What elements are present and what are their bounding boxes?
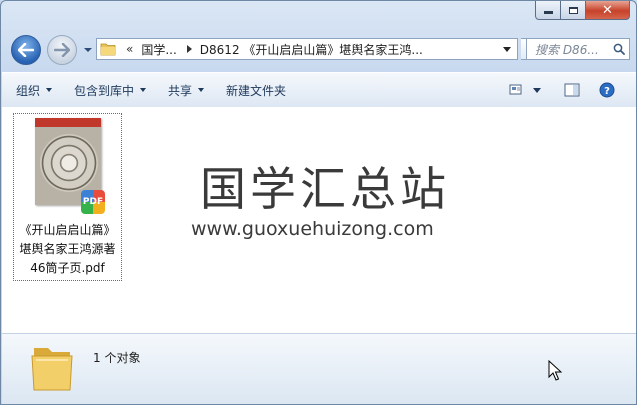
back-button[interactable] (11, 35, 41, 65)
search-box[interactable]: 搜索 D86... (526, 38, 630, 60)
address-separator-icon[interactable] (186, 45, 192, 53)
chevron-down-icon (140, 88, 147, 92)
thumbnail-header-bar (35, 118, 101, 127)
forward-arrow-icon (54, 43, 70, 57)
share-menu[interactable]: 共享 (160, 77, 212, 103)
address-overflow-chevron[interactable]: « (126, 42, 133, 56)
caption-buttons: ✕ (535, 1, 630, 23)
search-icon[interactable] (613, 43, 625, 55)
file-list-area[interactable]: PDF 《开山启启山篇》 堪舆名家王鸿源著 46筒子页.pdf 国学汇总站 ww… (2, 107, 636, 333)
address-bar[interactable]: « 国学... D8612 《开山启启山篇》堪舆名家王鸿... (96, 38, 518, 60)
change-view-button[interactable] (507, 78, 543, 102)
minimize-icon (543, 11, 553, 14)
help-icon: ? (599, 82, 615, 98)
close-button[interactable]: ✕ (586, 1, 630, 20)
watermark-title: 国学汇总站 (200, 162, 450, 216)
maximize-icon (568, 6, 578, 14)
svg-text:?: ? (604, 86, 610, 97)
file-item-pdf[interactable]: PDF 《开山启启山篇》 堪舆名家王鸿源著 46筒子页.pdf (13, 113, 122, 281)
address-segment-root[interactable]: 国学... (141, 41, 176, 58)
file-name-line-2: 堪舆名家王鸿源著 (19, 242, 116, 256)
command-bar: 组织 包含到库中 共享 新建文件夹 ? (2, 72, 636, 108)
new-folder-label: 新建文件夹 (226, 83, 287, 98)
chevron-down-icon (46, 88, 53, 92)
thumbnail-compass-image (40, 134, 98, 192)
help-button[interactable]: ? (596, 78, 618, 102)
pdf-icon: PDF (81, 190, 105, 214)
view-options-icon (509, 84, 522, 95)
file-name-line-3: 46筒子页.pdf (30, 261, 105, 275)
new-folder-button[interactable]: 新建文件夹 (218, 77, 294, 103)
organize-menu[interactable]: 组织 (8, 77, 60, 103)
organize-label: 组织 (16, 83, 41, 98)
dropdown-arrow-icon (503, 46, 511, 52)
folder-icon (100, 39, 120, 59)
preview-pane-button[interactable] (561, 78, 583, 102)
maximize-button[interactable] (561, 1, 586, 20)
file-name[interactable]: 《开山启启山篇》 堪舆名家王鸿源著 46筒子页.pdf (15, 221, 120, 278)
folder-large-icon (30, 344, 74, 394)
file-name-line-1: 《开山启启山篇》 (19, 223, 116, 237)
include-in-library-menu[interactable]: 包含到库中 (66, 77, 154, 103)
close-icon: ✕ (602, 2, 613, 18)
item-count: 1 个对象 (93, 351, 141, 365)
include-in-library-label: 包含到库中 (74, 83, 135, 98)
forward-button[interactable] (47, 35, 77, 65)
chevron-down-icon (198, 88, 205, 92)
chevron-down-icon (84, 48, 92, 52)
share-label: 共享 (168, 83, 193, 98)
mouse-cursor-icon (548, 359, 563, 385)
details-pane: 1 个对象 (2, 333, 636, 404)
minimize-button[interactable] (535, 1, 561, 20)
chevron-down-icon (533, 87, 541, 93)
back-arrow-icon (18, 43, 34, 57)
watermark-url: www.guoxuehuizong.com (191, 218, 434, 240)
address-dropdown-button[interactable] (499, 40, 515, 58)
pdf-badge-label: PDF (82, 197, 104, 207)
search-input[interactable]: 搜索 D86... (535, 41, 599, 58)
navigation-bar: « 国学... D8612 《开山启启山篇》堪舆名家王鸿... 搜索 D86..… (1, 31, 636, 71)
address-segment-current[interactable]: D8612 《开山启启山篇》堪舆名家王鸿... (200, 41, 423, 58)
explorer-window: ✕ « 国学... D8612 《开山启启山篇》堪舆名家王鸿... 搜索 D86… (0, 0, 637, 405)
recent-pages-button[interactable] (83, 44, 93, 54)
preview-pane-icon (564, 83, 580, 97)
